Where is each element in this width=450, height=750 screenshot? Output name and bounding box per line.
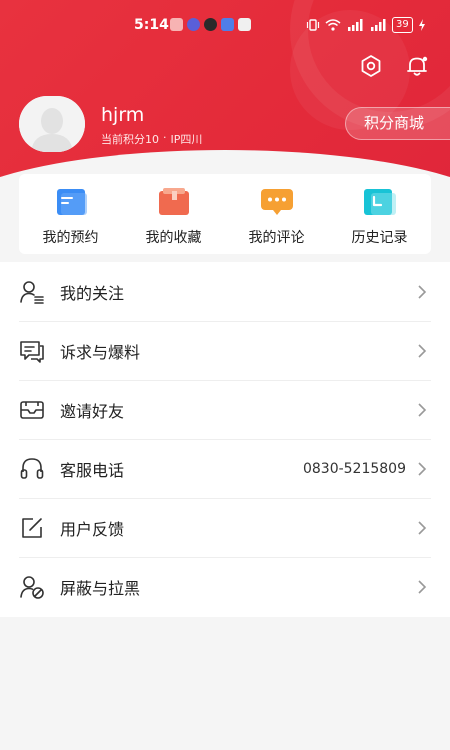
calendar-note-icon xyxy=(56,189,87,215)
charging-icon xyxy=(418,19,425,31)
ip-location-text: IP四川 xyxy=(170,133,203,146)
chevron-right-icon xyxy=(418,402,427,417)
app-notification-icon xyxy=(187,18,200,31)
menu-label: 用户反馈 xyxy=(60,519,125,539)
status-indicators: 39 xyxy=(306,17,426,33)
bell-icon xyxy=(407,56,428,76)
comment-bubble-icon xyxy=(260,189,293,215)
shortcut-card: 我的预约 我的收藏 我的评论 历史记录 xyxy=(19,174,431,254)
chevron-right-icon xyxy=(418,343,427,358)
vibrate-icon xyxy=(306,19,320,31)
menu-item-block-list[interactable]: 屏蔽与拉黑 xyxy=(0,557,450,616)
shortcut-comments[interactable]: 我的评论 xyxy=(225,174,328,254)
settings-hexagon-icon xyxy=(361,55,381,77)
points-mall-button[interactable]: 积分商城 xyxy=(345,107,450,140)
default-avatar-icon xyxy=(19,96,85,152)
menu-item-customer-service[interactable]: 客服电话 0830-5215809 xyxy=(0,439,450,498)
user-follow-icon xyxy=(20,280,44,304)
menu-item-feedback[interactable]: 用户反馈 xyxy=(0,498,450,557)
shortcut-label: 历史记录 xyxy=(351,230,408,246)
shortcut-appointments[interactable]: 我的预约 xyxy=(19,174,122,254)
menu-label: 客服电话 xyxy=(60,460,125,480)
notifications-button[interactable] xyxy=(404,53,430,79)
chat-report-icon xyxy=(20,340,44,363)
chevron-right-icon xyxy=(418,579,427,594)
menu-label: 诉求与爆料 xyxy=(60,342,141,362)
envelope-invite-icon xyxy=(20,400,44,419)
avatar[interactable] xyxy=(19,96,85,152)
notification-icons xyxy=(170,18,251,31)
shortcut-history[interactable]: 历史记录 xyxy=(328,174,431,254)
customer-service-phone: 0830-5215809 xyxy=(302,460,406,477)
headset-icon xyxy=(20,457,44,479)
battery-indicator: 39 xyxy=(392,17,413,33)
menu-item-invite[interactable]: 邀请好友 xyxy=(0,380,450,439)
user-meta: 当前积分10 · IP四川 xyxy=(101,131,202,147)
chevron-right-icon xyxy=(418,520,427,535)
shortcut-label: 我的收藏 xyxy=(145,230,202,246)
menu-item-report[interactable]: 诉求与爆料 xyxy=(0,321,450,380)
settings-menu: 我的关注 诉求与爆料 邀请好友 客服电话 0830-5215809 用户反馈 屏… xyxy=(0,262,450,617)
signal-icon xyxy=(371,19,386,31)
cloud-icon xyxy=(221,18,234,31)
chevron-right-icon xyxy=(418,284,427,299)
meta-separator: · xyxy=(163,131,167,144)
app-notification-icon xyxy=(238,18,251,31)
status-time: 5:14 xyxy=(134,17,169,33)
menu-label: 屏蔽与拉黑 xyxy=(60,578,141,598)
username: hjrm xyxy=(101,104,145,126)
edit-feedback-icon xyxy=(22,517,42,538)
signal-icon xyxy=(348,19,363,31)
status-bar: 5:14 39 xyxy=(0,14,450,38)
shortcut-label: 我的预约 xyxy=(42,230,99,246)
history-clock-icon xyxy=(363,189,396,215)
message-icon xyxy=(204,18,217,31)
shortcut-favorites[interactable]: 我的收藏 xyxy=(122,174,225,254)
wifi-icon xyxy=(325,19,341,31)
shortcut-label: 我的评论 xyxy=(248,230,305,246)
user-block-icon xyxy=(20,575,44,599)
folder-bookmark-icon xyxy=(158,188,189,215)
app-notification-icon xyxy=(170,18,183,31)
menu-item-following[interactable]: 我的关注 xyxy=(0,262,450,321)
menu-label: 邀请好友 xyxy=(60,401,125,421)
chevron-right-icon xyxy=(418,461,427,476)
points-text: 当前积分10 xyxy=(101,133,159,146)
settings-button[interactable] xyxy=(358,53,384,79)
menu-label: 我的关注 xyxy=(60,283,125,303)
